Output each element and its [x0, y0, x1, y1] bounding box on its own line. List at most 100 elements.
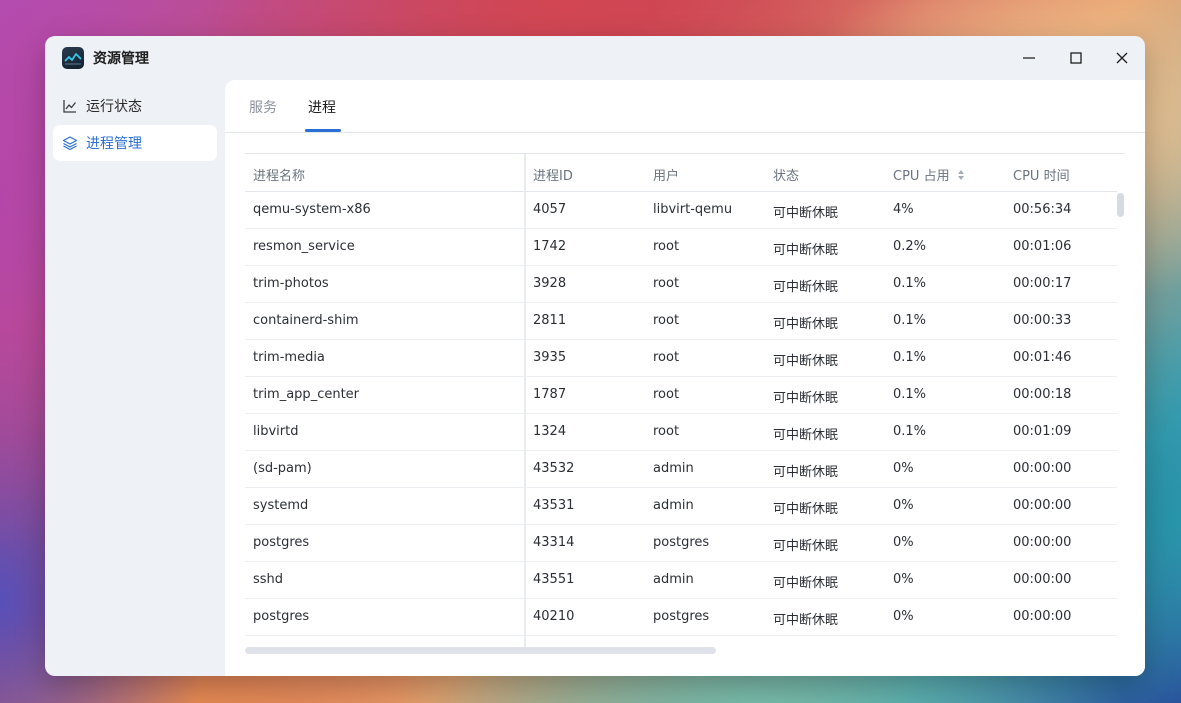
cell-status: 可中断休眠	[773, 243, 839, 258]
cell-status: 可中断休眠	[773, 354, 839, 369]
cell-user: root	[653, 387, 680, 402]
column-header-cpu-time[interactable]: CPU 时间	[1013, 165, 1070, 184]
cell-process-name: trim-photos	[253, 276, 329, 291]
tab-processes[interactable]: 进程	[308, 97, 336, 117]
cell-process-id: 3928	[533, 276, 567, 291]
app-title: 资源管理	[93, 51, 149, 67]
cell-cpu-usage: 0%	[893, 461, 914, 476]
cell-cpu-usage: 0.2%	[893, 239, 927, 254]
process-table: 进程名称 进程ID 用户 状态 CPU 占用 CPU 时间 qemu-syste…	[245, 153, 1125, 647]
cell-status: 可中断休眠	[773, 206, 839, 221]
close-icon[interactable]	[1110, 46, 1134, 70]
cell-cpu-time: 00:00:00	[1013, 535, 1072, 550]
cell-process-name: postgres	[253, 535, 310, 550]
sort-icon[interactable]	[957, 169, 965, 185]
main-content: 服务 进程 进程名称 进程ID 用户 状态 CPU 占用 CPU 时间 qemu…	[225, 80, 1145, 676]
column-header-cpu-usage[interactable]: CPU 占用	[893, 165, 965, 185]
cell-cpu-usage: 0.1%	[893, 276, 927, 291]
cell-cpu-usage: 0%	[893, 498, 914, 513]
minimize-icon[interactable]	[1017, 46, 1041, 70]
cell-cpu-usage: 0%	[893, 572, 914, 587]
table-row[interactable]: trim-media 3935 root 可中断休眠 0.1% 00:01:46	[245, 340, 1117, 377]
table-row[interactable]: (sd-pam) 43532 admin 可中断休眠 0% 00:00:00	[245, 451, 1117, 488]
cell-user: admin	[653, 461, 694, 476]
cell-process-name: resmon_service	[253, 239, 355, 254]
cell-cpu-usage: 0.1%	[893, 313, 927, 328]
column-header-label: CPU 占用	[893, 169, 950, 184]
cell-user: root	[653, 276, 680, 291]
active-tab-indicator	[305, 129, 341, 132]
cell-process-name: (sd-pam)	[253, 461, 312, 476]
table-row[interactable]: postgres 43314 postgres 可中断休眠 0% 00:00:00	[245, 525, 1117, 562]
cell-process-id: 43532	[533, 461, 575, 476]
tab-bar: 服务 进程	[225, 80, 1145, 133]
vertical-scrollbar[interactable]	[1117, 193, 1124, 217]
maximize-icon[interactable]	[1064, 46, 1088, 70]
cell-process-id: 43551	[533, 572, 575, 587]
table-header: 进程名称 进程ID 用户 状态 CPU 占用 CPU 时间	[245, 154, 1117, 192]
title-bar[interactable]: 资源管理	[45, 36, 1145, 80]
cell-cpu-time: 00:01:09	[1013, 424, 1072, 439]
cell-process-name: libvirtd	[253, 424, 299, 439]
cell-status: 可中断休眠	[773, 576, 839, 591]
cell-process-id: 40210	[533, 609, 575, 624]
sidebar-item-label: 运行状态	[86, 99, 142, 115]
sidebar: 运行状态 进程管理	[45, 80, 225, 676]
resource-manager-window: 资源管理 运行状态 进程管理 服务 进程 进程名称 进程ID 用户 状态 CPU…	[45, 36, 1145, 676]
cell-cpu-time: 00:00:00	[1013, 461, 1072, 476]
cell-process-name: sshd	[253, 572, 284, 587]
cell-user: postgres	[653, 609, 710, 624]
table-row[interactable]: sshd 43551 admin 可中断休眠 0% 00:00:00	[245, 562, 1117, 599]
cell-process-name: containerd-shim	[253, 313, 359, 328]
sidebar-item-running-status[interactable]: 运行状态	[53, 88, 217, 124]
cell-status: 可中断休眠	[773, 280, 839, 295]
table-row[interactable]: resmon_service 1742 root 可中断休眠 0.2% 00:01:06	[245, 229, 1117, 266]
cell-process-id: 43531	[533, 498, 575, 513]
column-header-process-name[interactable]: 进程名称	[253, 165, 305, 184]
cell-process-id: 43314	[533, 535, 575, 550]
column-header-user[interactable]: 用户	[653, 165, 679, 184]
cell-user: root	[653, 424, 680, 439]
cell-user: admin	[653, 498, 694, 513]
cell-status: 可中断休眠	[773, 317, 839, 332]
table-row[interactable]: systemd 43531 admin 可中断休眠 0% 00:00:00	[245, 488, 1117, 525]
sidebar-item-process-management[interactable]: 进程管理	[53, 125, 217, 161]
horizontal-scrollbar[interactable]	[245, 647, 716, 654]
column-header-status[interactable]: 状态	[773, 165, 799, 184]
layers-icon	[62, 135, 78, 151]
cell-cpu-time: 00:00:00	[1013, 609, 1072, 624]
column-header-process-id[interactable]: 进程ID	[533, 165, 573, 184]
table-row[interactable]: qemu-system-x86 4057 libvirt-qemu 可中断休眠 4% 00…	[245, 192, 1117, 229]
app-icon	[62, 47, 84, 69]
cell-process-id: 1742	[533, 239, 567, 254]
column-resize-handle[interactable]	[524, 154, 526, 647]
cell-user: libvirt-qemu	[653, 202, 733, 217]
cell-status: 可中断休眠	[773, 613, 839, 628]
cell-status: 可中断休眠	[773, 539, 839, 554]
table-row[interactable]: containerd-shim 2811 root 可中断休眠 0.1% 00:00:33	[245, 303, 1117, 340]
cell-status: 可中断休眠	[773, 502, 839, 517]
cell-user: admin	[653, 572, 694, 587]
cell-cpu-time: 00:00:17	[1013, 276, 1072, 291]
cell-process-name: trim-media	[253, 350, 325, 365]
table-row[interactable]: libvirtd 1324 root 可中断休眠 0.1% 00:01:09	[245, 414, 1117, 451]
cell-user: root	[653, 239, 680, 254]
tab-services[interactable]: 服务	[249, 97, 277, 117]
cell-user: postgres	[653, 535, 710, 550]
cell-process-name: qemu-system-x86	[253, 202, 371, 217]
cell-status: 可中断休眠	[773, 391, 839, 406]
cell-cpu-time: 00:00:00	[1013, 498, 1072, 513]
cell-process-id: 2811	[533, 313, 567, 328]
cell-cpu-time: 00:00:18	[1013, 387, 1072, 402]
cell-process-id: 4057	[533, 202, 567, 217]
cell-cpu-usage: 0%	[893, 535, 914, 550]
cell-process-id: 3935	[533, 350, 567, 365]
cell-cpu-usage: 4%	[893, 202, 914, 217]
table-row[interactable]: postgres 40210 postgres 可中断休眠 0% 00:00:00	[245, 599, 1117, 636]
cell-process-name: trim_app_center	[253, 387, 360, 402]
cell-cpu-usage: 0%	[893, 609, 914, 624]
cell-cpu-usage: 0.1%	[893, 387, 927, 402]
cell-process-name: postgres	[253, 609, 310, 624]
table-row[interactable]: trim-photos 3928 root 可中断休眠 0.1% 00:00:17	[245, 266, 1117, 303]
table-row[interactable]: trim_app_center 1787 root 可中断休眠 0.1% 00:00:18	[245, 377, 1117, 414]
